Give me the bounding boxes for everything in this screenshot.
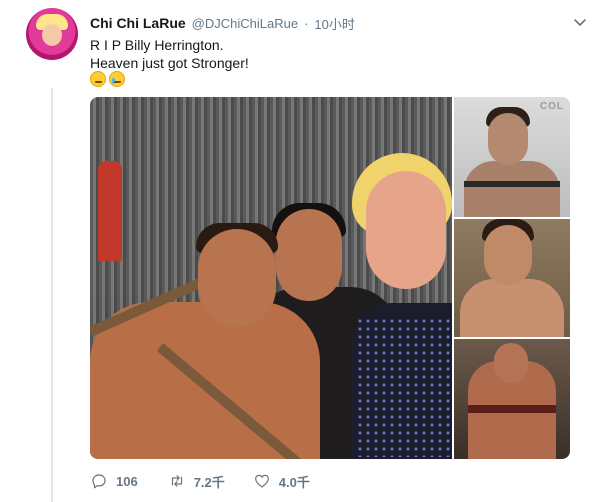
chevron-down-icon[interactable]: [572, 14, 588, 30]
like-count: 4.0千: [278, 474, 310, 490]
emoji-row: [90, 71, 125, 87]
reply-icon: [92, 474, 106, 489]
tweet-timestamp[interactable]: 10小时: [314, 14, 354, 33]
portrait-photo-bottom[interactable]: [454, 339, 570, 459]
thread-line: [51, 88, 53, 502]
tweet-actions: 106 7.2千 4.0千: [90, 470, 310, 492]
crying-face-emoji: [109, 71, 125, 87]
tweet-text-line: R I P Billy Herrington.: [90, 37, 224, 53]
author-display-name[interactable]: Chi Chi LaRue: [90, 15, 186, 31]
tweet-text-line: Heaven just got Stronger!: [90, 55, 249, 71]
main-group-photo[interactable]: [90, 97, 452, 459]
separator-dot: ·: [304, 15, 309, 31]
portrait-photo-middle[interactable]: [454, 219, 570, 337]
tweet-header: Chi Chi LaRue @DJChiChiLaRue · 10小时: [90, 13, 355, 33]
relieved-face-emoji: [90, 71, 106, 87]
like-button[interactable]: 4.0千: [253, 470, 310, 492]
author-handle[interactable]: @DJChiChiLaRue: [192, 16, 298, 31]
portrait-photo-top[interactable]: COL: [454, 97, 570, 217]
avatar[interactable]: [26, 8, 78, 60]
reply-button[interactable]: 106: [90, 470, 138, 492]
like-icon: [254, 474, 269, 488]
tweet-text: R I P Billy Herrington. Heaven just got …: [90, 36, 249, 72]
photo-watermark: COL: [539, 101, 564, 112]
retweet-button[interactable]: 7.2千: [168, 470, 225, 492]
reply-count: 106: [116, 473, 138, 489]
retweet-count: 7.2千: [193, 474, 225, 490]
tweet-media: COL: [90, 97, 570, 459]
retweet-icon: [171, 475, 182, 487]
